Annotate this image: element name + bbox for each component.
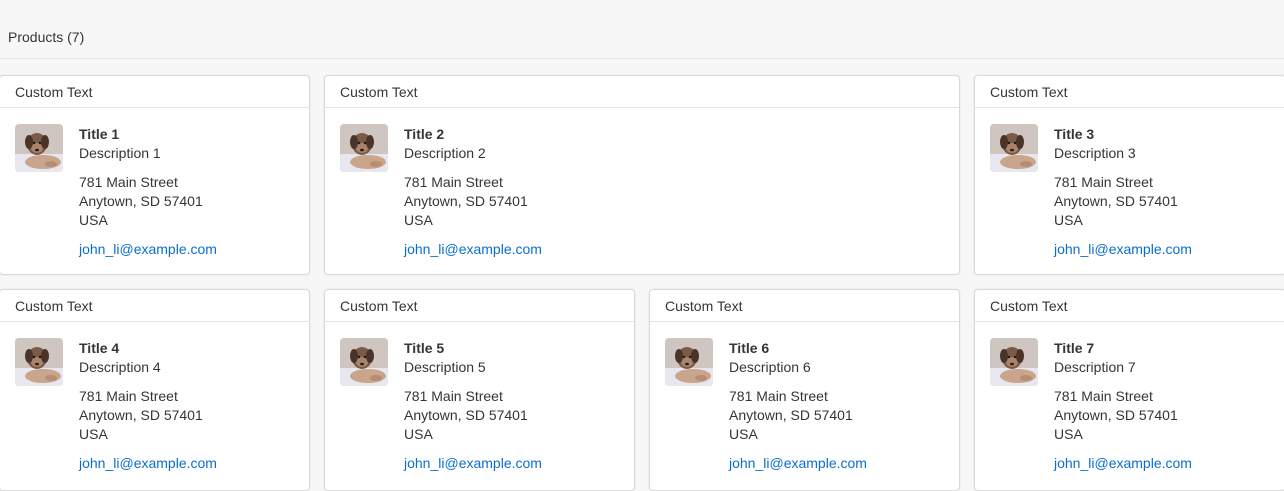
product-card[interactable]: Custom Text Title 3 Description 3 781 Ma… [974,75,1284,275]
address-city: Anytown, SD 57401 [404,407,528,423]
card-address: 781 Main Street Anytown, SD 57401 USA [1054,173,1192,230]
address-street: 781 Main Street [729,388,828,404]
card-info: Title 2 Description 2 781 Main Street An… [404,125,542,259]
dog-photo-thumbnail-icon [15,338,63,386]
address-country: USA [1054,212,1083,228]
card-description: Description 7 [1054,359,1136,375]
product-card[interactable]: Custom Text Title 5 Description 5 781 Ma… [324,289,635,491]
card-info: Title 1 Description 1 781 Main Street An… [79,125,217,259]
address-street: 781 Main Street [79,388,178,404]
dog-photo-thumbnail-icon [990,338,1038,386]
address-street: 781 Main Street [404,174,503,190]
card-description: Description 2 [404,145,486,161]
dog-photo-thumbnail-icon [340,124,388,172]
card-description: Description 4 [79,359,161,375]
card-description: Description 1 [79,145,161,161]
address-city: Anytown, SD 57401 [729,407,853,423]
card-title: Title 4 [79,340,120,356]
card-title: Title 6 [729,340,770,356]
address-street: 781 Main Street [1054,174,1153,190]
email-link[interactable]: john_li@example.com [404,240,542,259]
email-link[interactable]: john_li@example.com [79,454,217,473]
card-header: Custom Text [0,290,309,322]
address-street: 781 Main Street [1054,388,1153,404]
card-header: Custom Text [650,290,959,322]
address-street: 781 Main Street [79,174,178,190]
card-address: 781 Main Street Anytown, SD 57401 USA [404,173,542,230]
card-description: Description 5 [404,359,486,375]
dog-photo-thumbnail-icon [665,338,713,386]
card-header: Custom Text [975,76,1284,108]
dog-photo-thumbnail-icon [340,338,388,386]
card-address: 781 Main Street Anytown, SD 57401 USA [79,387,217,444]
card-title: Title 1 [79,126,120,142]
card-address: 781 Main Street Anytown, SD 57401 USA [79,173,217,230]
card-header: Custom Text [975,290,1284,322]
card-info: Title 7 Description 7 781 Main Street An… [1054,339,1192,473]
address-city: Anytown, SD 57401 [79,407,203,423]
product-card[interactable]: Custom Text Title 4 Description 4 781 Ma… [0,289,310,491]
address-city: Anytown, SD 57401 [1054,407,1178,423]
product-card[interactable]: Custom Text Title 7 Description 7 781 Ma… [974,289,1284,491]
card-address: 781 Main Street Anytown, SD 57401 USA [404,387,542,444]
address-city: Anytown, SD 57401 [1054,193,1178,209]
card-address: 781 Main Street Anytown, SD 57401 USA [1054,387,1192,444]
email-link[interactable]: john_li@example.com [1054,240,1192,259]
address-country: USA [729,426,758,442]
dog-photo-thumbnail-icon [990,124,1038,172]
card-header: Custom Text [325,290,634,322]
card-title: Title 5 [404,340,445,356]
dog-photo-thumbnail-icon [15,124,63,172]
card-title: Title 2 [404,126,445,142]
address-city: Anytown, SD 57401 [79,193,203,209]
address-country: USA [79,212,108,228]
card-address: 781 Main Street Anytown, SD 57401 USA [729,387,867,444]
card-header: Custom Text [325,76,959,108]
email-link[interactable]: john_li@example.com [1054,454,1192,473]
toolbar-title: Products (7) [8,29,85,45]
card-title: Title 7 [1054,340,1095,356]
address-country: USA [404,426,433,442]
product-card[interactable]: Custom Text Title 2 Description 2 781 Ma… [324,75,960,275]
email-link[interactable]: john_li@example.com [729,454,867,473]
product-card[interactable]: Custom Text Title 6 Description 6 781 Ma… [649,289,960,491]
address-country: USA [404,212,433,228]
card-header: Custom Text [0,76,309,108]
product-card[interactable]: Custom Text Title 1 Description 1 781 Ma… [0,75,310,275]
card-info: Title 5 Description 5 781 Main Street An… [404,339,542,473]
card-info: Title 3 Description 3 781 Main Street An… [1054,125,1192,259]
card-info: Title 4 Description 4 781 Main Street An… [79,339,217,473]
card-description: Description 3 [1054,145,1136,161]
toolbar: Products (7) [0,0,1284,59]
card-info: Title 6 Description 6 781 Main Street An… [729,339,867,473]
card-title: Title 3 [1054,126,1095,142]
email-link[interactable]: john_li@example.com [79,240,217,259]
card-description: Description 6 [729,359,811,375]
email-link[interactable]: john_li@example.com [404,454,542,473]
address-country: USA [79,426,108,442]
address-street: 781 Main Street [404,388,503,404]
address-country: USA [1054,426,1083,442]
address-city: Anytown, SD 57401 [404,193,528,209]
